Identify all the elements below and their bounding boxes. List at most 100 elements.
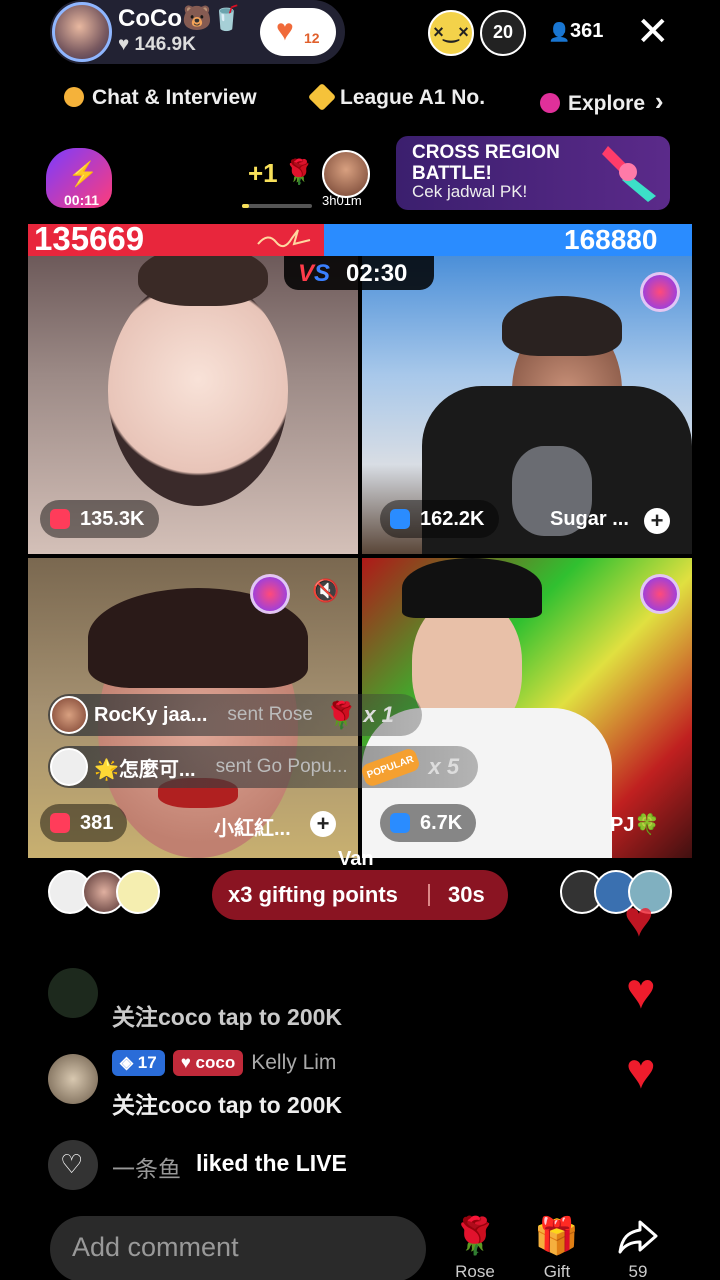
- vs-label: VS: [298, 260, 331, 287]
- gift-label: Gift: [543, 1262, 571, 1280]
- host-avatar[interactable]: [52, 2, 112, 62]
- top-gifter-avatar[interactable]: [322, 150, 370, 198]
- gift-notification: RocKy jaa... sent Rose 🌹 x 1: [48, 694, 422, 736]
- battle-countdown: 02:30: [346, 260, 408, 287]
- viewer-face-icon: ×‿×: [433, 22, 469, 42]
- gift-notification: 🌟怎麼可... sent Go Popu... POPULAR x 5: [48, 746, 478, 788]
- share-icon[interactable]: [614, 1216, 662, 1264]
- gift-point-icon: [390, 509, 410, 529]
- follow-plus-button[interactable]: +: [644, 508, 670, 534]
- heart-icon: ♥: [276, 14, 294, 47]
- tile-4-points: 6.7K: [380, 804, 477, 842]
- chat-message: 关注coco tap to 200K: [112, 1004, 343, 1030]
- points-value: 6.7K: [420, 811, 463, 834]
- heart-outline-icon: ♡: [60, 1149, 84, 1179]
- host-likes: ♥ 146.9K: [118, 34, 196, 55]
- sender-name: 🌟怎麼可...: [94, 758, 196, 781]
- person-icon: 👤: [548, 22, 571, 42]
- gift-action: sent Rose: [227, 704, 313, 725]
- chat-avatar[interactable]: [48, 968, 98, 1018]
- live-logo-icon: [250, 574, 290, 614]
- floating-heart-icon: ♥: [626, 963, 656, 1019]
- sender-avatar: [50, 696, 88, 734]
- tile-4-name[interactable]: PJ🍀: [610, 812, 659, 837]
- gift-box-icon[interactable]: 🎁: [534, 1216, 579, 1256]
- chevron-right-icon: ›: [654, 86, 664, 116]
- mute-icon[interactable]: 🔇: [312, 578, 339, 604]
- floating-heart-icon: ♥: [624, 891, 654, 947]
- tile-2-name[interactable]: Sugar ...: [550, 508, 629, 531]
- chat-avatar[interactable]: [48, 1054, 98, 1104]
- share-count: 59: [628, 1262, 648, 1280]
- fan-badge: ♥ coco: [172, 1050, 244, 1076]
- gift-plus-count: +1: [248, 158, 278, 188]
- diamond-icon: [307, 82, 337, 112]
- tile-3-name[interactable]: 小紅紅...: [214, 812, 291, 841]
- chat-message: 关注coco tap to 200K: [112, 1092, 343, 1118]
- divider: [428, 884, 430, 906]
- score-right: 168880: [564, 224, 658, 255]
- chat-topic-icon: [64, 87, 84, 107]
- gifting-multiplier-time: 30s: [448, 882, 485, 907]
- liked-username[interactable]: 一条鱼: [112, 1150, 181, 1184]
- rank-time: 00:11: [64, 192, 100, 208]
- close-button[interactable]: ✕: [636, 10, 670, 54]
- gift-point-icon: [390, 813, 410, 833]
- host-name: CoCo🐻🥤: [118, 5, 242, 32]
- tile-3-points: 381: [40, 804, 128, 842]
- top-viewer-avatar[interactable]: 20: [480, 10, 526, 56]
- follow-heart-button[interactable]: ♥ 12: [260, 8, 336, 56]
- tile-1-points: 135.3K: [40, 500, 159, 538]
- comment-placeholder: Add comment: [72, 1232, 239, 1262]
- rose-progress-fill: [242, 204, 249, 208]
- topic-explore[interactable]: Explore ›: [540, 86, 664, 117]
- follow-plus-button[interactable]: +: [310, 811, 336, 837]
- overlay-text: Van: [338, 848, 374, 870]
- gifter-timer: 3h01m: [322, 193, 362, 208]
- viewer-level: 20: [492, 22, 514, 42]
- gift-multiplier: x 5: [428, 754, 460, 779]
- popular-gift-icon: POPULAR: [359, 746, 421, 788]
- topic-label: Chat & Interview: [92, 86, 257, 109]
- spark-icon: [254, 224, 314, 256]
- sender-name: RocKy jaa...: [94, 703, 208, 726]
- points-value: 381: [80, 811, 114, 834]
- gift-multiplier: x 1: [363, 702, 394, 727]
- score-left: 135669: [34, 220, 145, 257]
- pk-banner-subtitle: Cek jadwal PK!: [412, 182, 528, 201]
- topic-label: Explore: [568, 92, 646, 115]
- lightning-icon: ⚡: [68, 161, 98, 188]
- live-logo-icon: [640, 574, 680, 614]
- rose-gift-icon: 🌹: [324, 699, 358, 730]
- like-heart-button: ♡: [48, 1140, 98, 1190]
- battle-hands-icon: [602, 146, 656, 202]
- floating-heart-icon: ♥: [626, 1043, 656, 1099]
- sender-avatar: [50, 748, 88, 786]
- viewer-count[interactable]: 361: [570, 20, 603, 43]
- explore-icon: [540, 93, 560, 113]
- chat-username[interactable]: Kelly Lim: [251, 1051, 336, 1075]
- points-value: 135.3K: [80, 507, 145, 530]
- liked-text: liked the LIVE: [196, 1150, 347, 1176]
- rose-progress-track: [242, 204, 312, 208]
- topic-label: League A1 No.: [340, 86, 486, 109]
- topic-chat-interview[interactable]: Chat & Interview: [64, 86, 257, 110]
- live-logo-icon: [640, 272, 680, 312]
- gift-action: sent Go Popu...: [215, 756, 348, 777]
- pk-banner-title: CROSS REGION BATTLE!: [412, 142, 560, 184]
- level-badge: ◈ 17: [112, 1050, 165, 1076]
- top-viewer-avatar[interactable]: ×‿×: [428, 10, 474, 56]
- rank-badge[interactable]: ⚡ 00:11: [46, 148, 112, 208]
- points-value: 162.2K: [420, 507, 485, 530]
- gifting-multiplier-label: x3 gifting points: [228, 882, 398, 907]
- contributor-avatar[interactable]: [116, 870, 160, 914]
- gift-point-icon: [50, 813, 70, 833]
- chat-meta: ◈ 17 ♥ coco Kelly Lim: [112, 1050, 336, 1076]
- topic-league[interactable]: League A1 No.: [307, 82, 486, 112]
- rose-icon: 🌹: [284, 159, 314, 186]
- rose-gift-button[interactable]: 🌹: [450, 1216, 500, 1256]
- gift-point-icon: [50, 509, 70, 529]
- heart-count: 12: [304, 30, 320, 46]
- tile-2-points: 162.2K: [380, 500, 499, 538]
- rose-label: Rose: [455, 1262, 495, 1280]
